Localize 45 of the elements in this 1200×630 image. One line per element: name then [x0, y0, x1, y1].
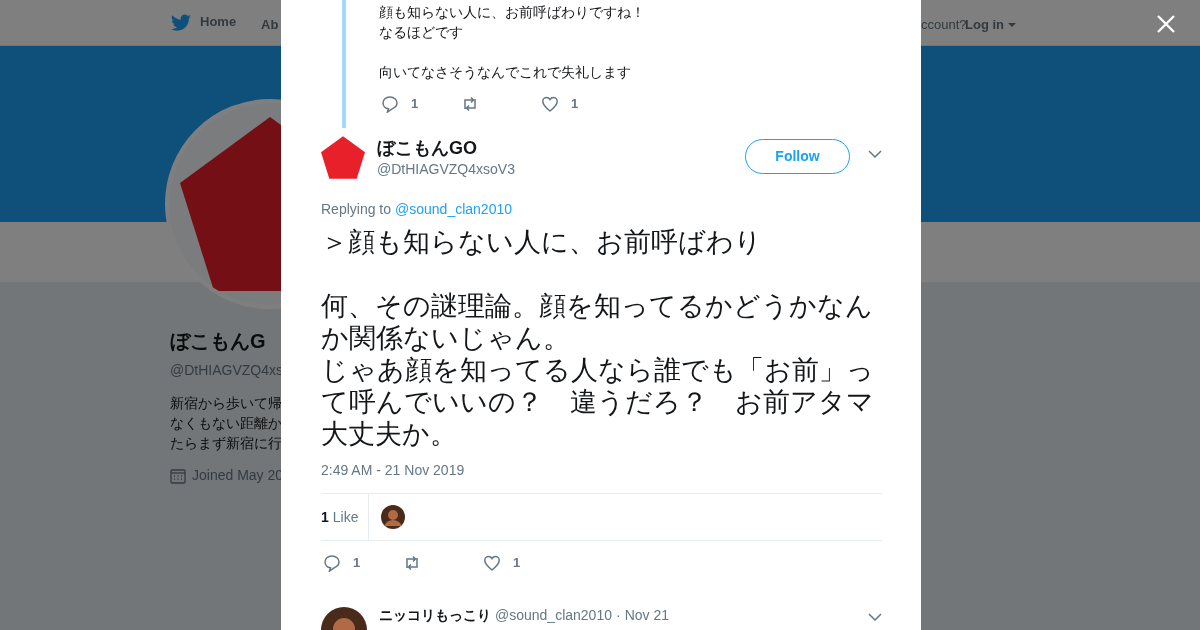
replying-label: Replying to: [321, 200, 392, 219]
chevron-icon: [868, 612, 882, 621]
tweet-text-line: 顔も知らない人に、お前呼ばわりですね！: [379, 3, 645, 22]
bio-line: たらまず新宿に行: [170, 434, 283, 453]
caret-icon: [1008, 22, 1016, 27]
reply-button[interactable]: 1: [323, 553, 403, 573]
account-prompt: ccount?: [921, 16, 967, 34]
login-link[interactable]: Log in: [965, 15, 1016, 35]
reply-icon: [323, 553, 341, 572]
separator-dot: ·: [616, 606, 621, 623]
bio-line: なくもない距離か: [170, 414, 283, 433]
profile-handle: @DtHIAGVZQ4xs: [170, 361, 284, 380]
timestamp: 2:49 AM - 21 Nov 2019: [321, 461, 466, 480]
tweet-text-line: 向いてなさそうなんでこれで失礼します: [379, 63, 632, 82]
tweet-text: じゃあ顔を知ってる人なら誰でも「お前」って呼んでいいの？ 違うだろ？ お前アタマ大丈夫か。: [321, 354, 875, 450]
profile-name: ぼこもんG: [170, 329, 267, 354]
about-link[interactable]: Ab: [261, 15, 279, 35]
retweet-icon: [403, 553, 421, 572]
more-button[interactable]: [868, 612, 882, 621]
liker-avatar: [381, 505, 406, 529]
tweet-text-line: なるほどです: [379, 23, 464, 42]
heart-button[interactable]: 1: [541, 94, 621, 114]
tweet-text: ＞顔も知らない人に、お前呼ばわり: [321, 226, 763, 258]
retweet-icon: [461, 94, 479, 113]
more-button[interactable]: [868, 150, 882, 158]
bird-icon: [170, 12, 192, 32]
pentagon-avatar: [321, 136, 365, 179]
tweet-text: 何、その謎理論。顔を知ってるかどうかなんか関係ないじゃん。: [321, 290, 874, 354]
chevron-icon: [868, 150, 882, 158]
bio-line: 新宿から歩いて帰: [170, 394, 283, 413]
calendar-icon: [170, 467, 186, 484]
heart-icon: [541, 94, 559, 113]
home-link[interactable]: Home: [170, 12, 237, 32]
user-name: ニッコリもっこり: [379, 606, 491, 623]
likes-count[interactable]: 1 Like: [321, 494, 370, 540]
heart-icon: [483, 553, 501, 572]
close-icon: [1156, 14, 1176, 34]
mention-link[interactable]: @sound_clan2010: [395, 199, 513, 220]
user-name: ぼこもんGO: [377, 137, 478, 159]
heart-button[interactable]: 1: [483, 553, 563, 573]
user-handle: @DtHIAGVZQ4xsoV3: [377, 160, 515, 179]
user-handle: @sound_clan2010: [495, 606, 612, 623]
tweet-date: Nov 21: [624, 606, 669, 623]
reply-button[interactable]: 1: [381, 94, 461, 114]
reply-icon: [381, 94, 399, 113]
